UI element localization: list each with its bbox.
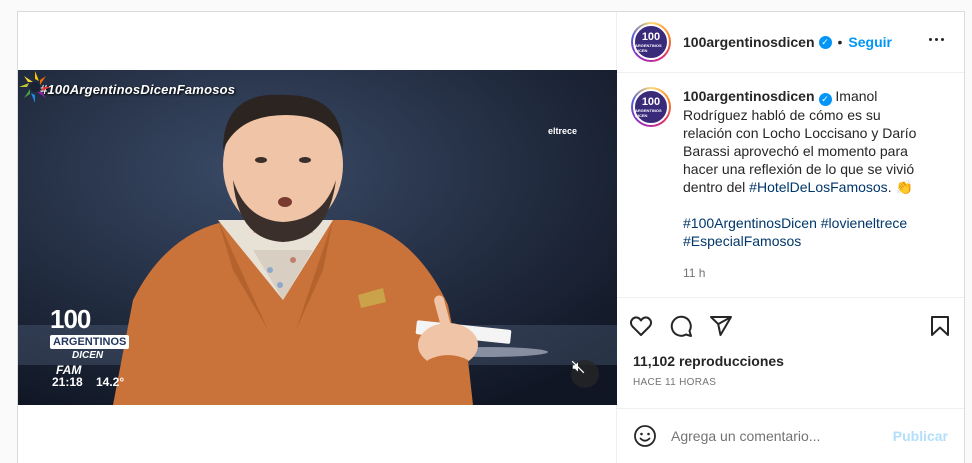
- caption-avatar-text: ARGENTINOS DICEN: [635, 107, 662, 118]
- eltrece-logo-icon: [19, 71, 51, 103]
- post-header: 100 ARGENTINOS DICEN 100argentinosdicen …: [617, 12, 964, 73]
- share-paper-plane-icon[interactable]: [709, 314, 733, 338]
- video-hashtag-overlay: #100ArgentinosDicenFamosos: [40, 82, 236, 97]
- save-bookmark-icon[interactable]: [928, 314, 952, 338]
- video-clock: 21:18: [52, 375, 83, 389]
- speaker-muted-icon: [571, 360, 585, 374]
- follow-button[interactable]: Seguir: [848, 34, 892, 50]
- media-panel: #100ArgentinosDicenFamosos eltrece 100 A…: [18, 12, 617, 463]
- clapping-hands-emoji: 👏: [895, 179, 913, 195]
- view-count[interactable]: 11,102 reproducciones: [617, 353, 964, 369]
- hashtag-link[interactable]: #lovieneltrece: [821, 215, 907, 231]
- show-logo: 100 ARGENTINOS DICEN FAM: [50, 304, 130, 379]
- hashtag-link[interactable]: #EspecialFamosos: [683, 233, 801, 249]
- caption-username[interactable]: 100argentinosdicen: [683, 88, 815, 104]
- show-logo-word: ARGENTINOS: [50, 335, 130, 349]
- channel-label: eltrece: [548, 126, 578, 136]
- caption-avatar-number: 100: [641, 95, 661, 108]
- comment-input[interactable]: [671, 428, 893, 444]
- caption-verified-badge-icon: ✓: [818, 93, 832, 106]
- show-logo-number: 100: [50, 304, 91, 334]
- post-frame: #100ArgentinosDicenFamosos eltrece 100 A…: [17, 11, 965, 463]
- separator-dot: •: [837, 34, 843, 50]
- caption-hashtag[interactable]: #HotelDeLosFamosos: [749, 179, 888, 195]
- username-link[interactable]: 100argentinosdicen: [683, 34, 815, 50]
- publish-button[interactable]: Publicar: [893, 428, 948, 444]
- avatar-number: 100: [641, 30, 661, 43]
- mute-button[interactable]: [571, 360, 599, 388]
- caption-section: 100 ARGENTINOS DICEN 100argentinosdicen ✓…: [617, 73, 964, 297]
- comment-bar: Publicar: [617, 408, 964, 463]
- video-player[interactable]: #100ArgentinosDicenFamosos eltrece 100 A…: [18, 70, 617, 405]
- video-temperature: 14.2°: [96, 375, 125, 389]
- comment-icon[interactable]: [669, 314, 693, 338]
- caption-avatar[interactable]: 100 ARGENTINOS DICEN: [631, 87, 671, 127]
- post-sidebar: 100 ARGENTINOS DICEN 100argentinosdicen …: [617, 12, 964, 463]
- show-logo-dicen: DICEN: [72, 350, 104, 361]
- verified-badge-icon: ✓: [818, 35, 832, 49]
- avatar-text: ARGENTINOS DICEN: [635, 42, 662, 53]
- caption: 100argentinosdicen ✓ Imanol Rodríguez hab…: [683, 87, 919, 297]
- like-heart-icon[interactable]: [629, 314, 653, 338]
- emoji-smile-icon[interactable]: [633, 424, 657, 448]
- hashtag-link[interactable]: #100ArgentinosDicen: [683, 215, 817, 231]
- action-bar: [617, 297, 964, 353]
- more-options-icon[interactable]: [929, 38, 944, 41]
- avatar[interactable]: 100 ARGENTINOS DICEN: [631, 22, 671, 62]
- post-time[interactable]: 11 h: [683, 264, 919, 282]
- post-date: HACE 11 HORAS: [633, 377, 717, 388]
